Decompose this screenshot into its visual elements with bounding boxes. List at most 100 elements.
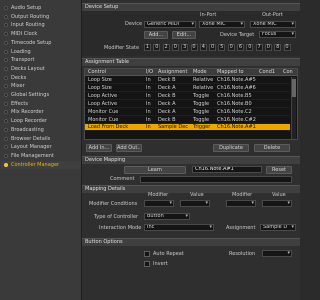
sidebar-item-loop-recorder[interactable]: Loop Recorder: [1, 117, 81, 125]
sidebar-item-label: Effects: [11, 100, 28, 107]
table-row[interactable]: Loop Size In Deck A Relative Ch16.Note.A#6: [85, 85, 290, 92]
sidebar-item-decks-layout[interactable]: Decks Layout: [1, 65, 81, 73]
modifier-condition-2-select[interactable]: [226, 200, 256, 207]
section-header-button-options: Button Options: [82, 238, 300, 246]
in-port-select[interactable]: Xone MIC: [199, 21, 245, 28]
delete-button[interactable]: Delete: [254, 144, 290, 152]
cell-mapped: Ch16.Note.A#5: [217, 77, 256, 83]
sidebar-item-output-routing[interactable]: Output Routing: [1, 13, 81, 21]
add-in-button[interactable]: Add In...: [86, 144, 112, 152]
sidebar-item-decks[interactable]: Decks: [1, 74, 81, 82]
modifier-value[interactable]: 0: [246, 44, 254, 51]
duplicate-button[interactable]: Duplicate: [213, 144, 249, 152]
auto-repeat-checkbox[interactable]: [144, 251, 150, 257]
sidebar-item-mix-recorder[interactable]: Mix Recorder: [1, 108, 81, 116]
table-row[interactable]: Monitor Cue In Deck B Toggle Ch16.Note.C#2: [85, 117, 290, 124]
scrollbar-thumb[interactable]: [292, 79, 296, 97]
modifier-index: 5: [218, 44, 226, 51]
modifier-value[interactable]: 0: [171, 44, 179, 51]
modifier-value[interactable]: 0: [264, 44, 272, 51]
modifier-value[interactable]: 0: [209, 44, 217, 51]
col-cond1[interactable]: Cond1: [259, 69, 275, 76]
section-header-device-mapping: Device Mapping: [82, 156, 300, 164]
cell-mode: Toggle: [193, 92, 210, 99]
cell-mode: Toggle: [193, 108, 210, 115]
sidebar-item-global-settings[interactable]: Global Settings: [1, 91, 81, 99]
resolution-select[interactable]: [262, 250, 292, 257]
col-assignment[interactable]: Assignment: [158, 69, 187, 76]
table-row[interactable]: Loop Active In Deck B Toggle Ch16.Note.B5: [85, 93, 290, 100]
auto-repeat-label: Auto Repeat: [153, 251, 184, 257]
sidebar-item-audio-setup[interactable]: Audio Setup: [1, 4, 81, 12]
modifier-value[interactable]: 0: [227, 44, 235, 51]
cell-control: Loop Active: [88, 100, 118, 107]
device-target-select[interactable]: Focus: [259, 31, 296, 38]
invert-checkbox[interactable]: [144, 261, 150, 267]
sidebar-item-timecode-setup[interactable]: Timecode Setup: [1, 39, 81, 47]
table-row[interactable]: Loop Active In Deck A Toggle Ch16.Note.B0: [85, 101, 290, 108]
assignment-select[interactable]: Sample D: [260, 224, 296, 231]
reset-button[interactable]: Reset: [266, 166, 292, 174]
table-header: Control I/O Assignment Mode Mapped to Co…: [85, 69, 297, 76]
mapped-to-field[interactable]: Ch16.Note.A#1: [192, 166, 262, 173]
col-cond2[interactable]: Con: [283, 69, 293, 76]
radio-dot-icon: [4, 127, 8, 132]
col-mode[interactable]: Mode: [193, 69, 207, 76]
out-port-select[interactable]: Xone MIC: [250, 21, 296, 28]
interaction-mode-select[interactable]: Inc: [144, 224, 214, 231]
sidebar-item-layout-manager[interactable]: Layout Manager: [1, 143, 81, 151]
cell-assignment: Deck A: [158, 84, 176, 91]
col-mapped-to[interactable]: Mapped to: [217, 69, 244, 76]
cell-control: Loop Active: [88, 92, 118, 99]
type-of-controller-select[interactable]: Button: [144, 213, 190, 220]
add-device-button[interactable]: Add...: [144, 31, 168, 39]
cell-io: In: [146, 92, 151, 99]
table-scrollbar[interactable]: [291, 77, 296, 139]
modifier-value[interactable]: 0: [190, 44, 198, 51]
add-out-button[interactable]: Add Out...: [116, 144, 142, 152]
cell-io: In: [146, 124, 151, 131]
table-row[interactable]: Monitor Cue In Deck A Toggle Ch16.Note.C2: [85, 109, 290, 116]
modifier-condition-1-select[interactable]: [144, 200, 174, 207]
modifier-index: 1: [144, 44, 151, 51]
modifier-value[interactable]: 0: [283, 44, 291, 51]
table-row[interactable]: Load From Deck In Sample Dec Trigger Ch16.No…: [85, 124, 290, 132]
col-control[interactable]: Control: [88, 69, 106, 76]
out-port-label: Out-Port: [262, 12, 283, 18]
sidebar-item-controller-manager[interactable]: Controller Manager: [1, 160, 81, 169]
sidebar-item-file-management[interactable]: File Management: [1, 152, 81, 160]
cell-assignment: Sample Dec: [158, 124, 189, 131]
modifier-index: 3: [181, 44, 189, 51]
sidebar-item-loading[interactable]: Loading: [1, 48, 81, 56]
sidebar-item-broadcasting[interactable]: Broadcasting: [1, 126, 81, 134]
radio-dot-icon: [4, 110, 8, 115]
cell-assignment: Deck B: [158, 77, 176, 83]
sidebar-item-browser-details[interactable]: Browser Details: [1, 135, 81, 143]
device-select[interactable]: Generic MIDI: [144, 21, 196, 28]
learn-button[interactable]: Learn: [124, 166, 186, 174]
type-of-controller-label: Type of Controller: [94, 214, 139, 220]
col-io[interactable]: I/O: [146, 69, 153, 76]
sidebar-item-effects[interactable]: Effects: [1, 100, 81, 108]
sidebar-item-transport[interactable]: Transport: [1, 56, 81, 64]
table-row[interactable]: Loop Size In Deck B Relative Ch16.Note.A#5: [85, 77, 290, 84]
modifier-col-label-2: Modifier: [232, 192, 253, 198]
value-condition-1-select[interactable]: [180, 200, 210, 207]
assignment-table: Control I/O Assignment Mode Mapped to Co…: [84, 68, 298, 140]
sidebar-item-input-routing[interactable]: Input Routing: [1, 21, 81, 29]
comment-input[interactable]: [140, 176, 292, 183]
radio-dot-icon: [4, 6, 8, 10]
value-col-label-2: Value: [272, 192, 286, 198]
radio-dot-icon: [4, 32, 8, 37]
cell-mode: Toggle: [193, 100, 210, 107]
cell-assignment: Deck A: [158, 100, 176, 107]
modifier-state-label: Modifier State: [104, 45, 140, 51]
sidebar-item-label: Global Settings: [11, 92, 50, 98]
edit-device-button[interactable]: Edit...: [172, 31, 196, 39]
modifier-value[interactable]: 0: [153, 44, 161, 51]
modifier-index: 4: [199, 44, 207, 51]
sidebar-item-label: Mix Recorder: [11, 109, 44, 116]
sidebar-item-mixer[interactable]: Mixer: [1, 82, 81, 90]
sidebar-item-midi-clock[interactable]: MIDI Clock: [1, 30, 81, 38]
value-condition-2-select[interactable]: [262, 200, 292, 207]
